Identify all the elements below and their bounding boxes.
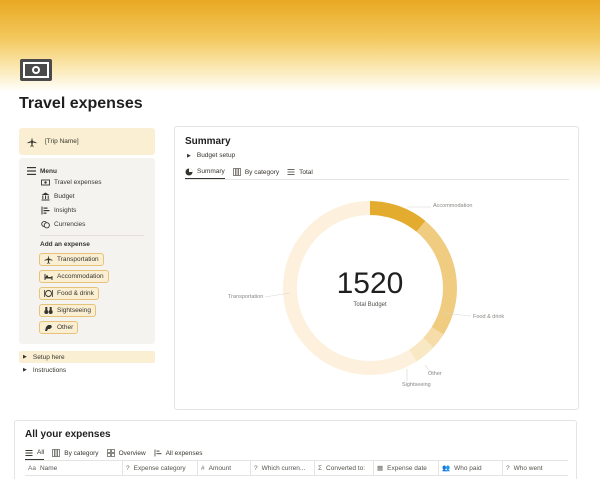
other-icon [45, 325, 52, 331]
menu-item-label: Budget [54, 193, 75, 200]
tab-all-expenses[interactable]: All expenses [154, 446, 203, 460]
plane-icon [27, 137, 37, 147]
donut-slice-other[interactable] [423, 326, 444, 348]
total-budget-value: 1520 [336, 267, 404, 300]
menu-item-currencies[interactable]: Currencies [41, 220, 85, 229]
menu-item-label: Travel expenses [54, 179, 102, 186]
chart-label-transportation: Transportation [228, 294, 264, 300]
food-icon [44, 290, 53, 297]
page-title: Travel expenses [19, 95, 143, 112]
chip-label: Other [57, 324, 74, 331]
trip-name-callout[interactable]: [Trip Name] [19, 128, 155, 155]
all-expenses-panel: All your expenses All By category Overvi… [14, 420, 577, 479]
tab-by-category[interactable]: By category [52, 446, 99, 460]
tab-label: All [37, 449, 45, 456]
donut-slice-food-drink[interactable] [416, 220, 457, 335]
menu-header: Menu [27, 167, 57, 175]
chip-label: Transportation [57, 256, 99, 263]
chip-label: Sightseeing [57, 307, 91, 314]
add-sightseeing-button[interactable]: Sightseeing [39, 304, 96, 317]
toggle-label: Setup here [32, 353, 65, 361]
column-label: Expense date [387, 464, 427, 472]
plane-icon [44, 255, 53, 264]
column-header-who-went[interactable]: ? Who went [503, 461, 568, 475]
people-icon: 👥 [442, 465, 451, 472]
column-label: Which curren... [261, 464, 306, 472]
divider [40, 235, 144, 236]
question-icon: ? [254, 464, 258, 472]
tab-label: Overview [118, 449, 146, 457]
tab-overview[interactable]: Overview [106, 446, 146, 460]
column-label: Expense category [133, 464, 186, 472]
add-other-button[interactable]: Other [39, 321, 79, 334]
chart-label-accommodation: Accommodation [433, 203, 473, 209]
add-transportation-button[interactable]: Transportation [39, 253, 104, 266]
board-icon [52, 449, 61, 457]
add-accommodation-button[interactable]: Accommodation [39, 270, 109, 283]
money-icon [41, 179, 50, 186]
list-icon [25, 449, 33, 456]
bed-icon [44, 274, 53, 280]
triangle-right-icon: ▶ [23, 367, 27, 373]
menu-item-insights[interactable]: Insights [41, 206, 76, 215]
column-header-who-paid[interactable]: 👥 Who paid [439, 461, 503, 475]
column-header-expense-date[interactable]: ▦ Expense date [374, 461, 439, 475]
chart-label-food-drink: Food & drink [473, 314, 505, 320]
column-header-expense-category[interactable]: ? Expense category [123, 461, 198, 475]
column-header-amount[interactable]: # Amount [198, 461, 251, 475]
column-header-which-currency[interactable]: ? Which curren... [251, 461, 315, 475]
menu-item-budget[interactable]: Budget [41, 192, 75, 201]
chip-label: Accommodation [57, 273, 104, 280]
number-icon: # [201, 464, 205, 472]
menu-panel: Menu Travel expenses Budget Insights Cur… [19, 158, 155, 344]
table-header: Aa Name ? Expense category # Amount ? Which … [25, 461, 568, 475]
add-food-drink-button[interactable]: Food & drink [39, 287, 99, 300]
calendar-icon: ▦ [377, 465, 384, 472]
money-bill-icon[interactable] [20, 59, 52, 81]
coins-icon [41, 220, 50, 229]
trip-name-label: [Trip Name] [45, 138, 79, 145]
column-header-converted-to[interactable]: Σ Converted to: [315, 461, 374, 475]
tab-all[interactable]: All [25, 446, 45, 460]
gallery-icon [106, 449, 115, 457]
formula-icon: Σ [318, 464, 323, 472]
chip-label: Food & drink [57, 290, 94, 297]
text-type-icon: Aa [28, 464, 36, 472]
expenses-title: All your expenses [25, 429, 111, 440]
menu-item-label: Insights [54, 207, 77, 214]
chart-icon [41, 206, 50, 215]
menu-label: Menu [40, 167, 57, 175]
triangle-right-icon: ▶ [23, 354, 27, 360]
page-cover [0, 0, 600, 92]
column-label: Who paid [454, 464, 482, 472]
chart-label-other: Other [428, 371, 442, 377]
column-label: Amount [208, 464, 232, 472]
tab-label: All expenses [165, 449, 203, 457]
donut-slice-sightseeing[interactable] [408, 337, 434, 362]
total-budget-label: Total Budget [353, 302, 387, 308]
chart-label-sightseeing: Sightseeing [402, 382, 431, 388]
add-expense-heading: Add an expense [40, 241, 90, 248]
menu-item-travel-expenses[interactable]: Travel expenses [41, 178, 101, 187]
setup-here-toggle[interactable]: ▶ Setup here [19, 351, 155, 363]
chart-icon [154, 449, 162, 457]
hamburger-icon [27, 167, 36, 175]
question-icon: ? [506, 464, 510, 472]
toggle-label: Instructions [32, 366, 67, 374]
column-header-name[interactable]: Aa Name [25, 461, 123, 475]
instructions-toggle[interactable]: ▶ Instructions [19, 364, 155, 376]
question-icon: ? [126, 464, 130, 472]
summary-panel: Summary ▶ Budget setup Summary By catego… [174, 126, 579, 410]
column-label: Converted to: [326, 464, 366, 472]
row-divider [25, 475, 568, 476]
column-label: Who went [513, 464, 543, 472]
tab-label: By category [64, 449, 99, 457]
bank-icon [41, 192, 50, 201]
binoculars-icon [44, 307, 53, 314]
column-label: Name [39, 464, 58, 472]
menu-item-label: Currencies [54, 221, 86, 228]
donut-slice-accommodation[interactable] [369, 201, 426, 232]
